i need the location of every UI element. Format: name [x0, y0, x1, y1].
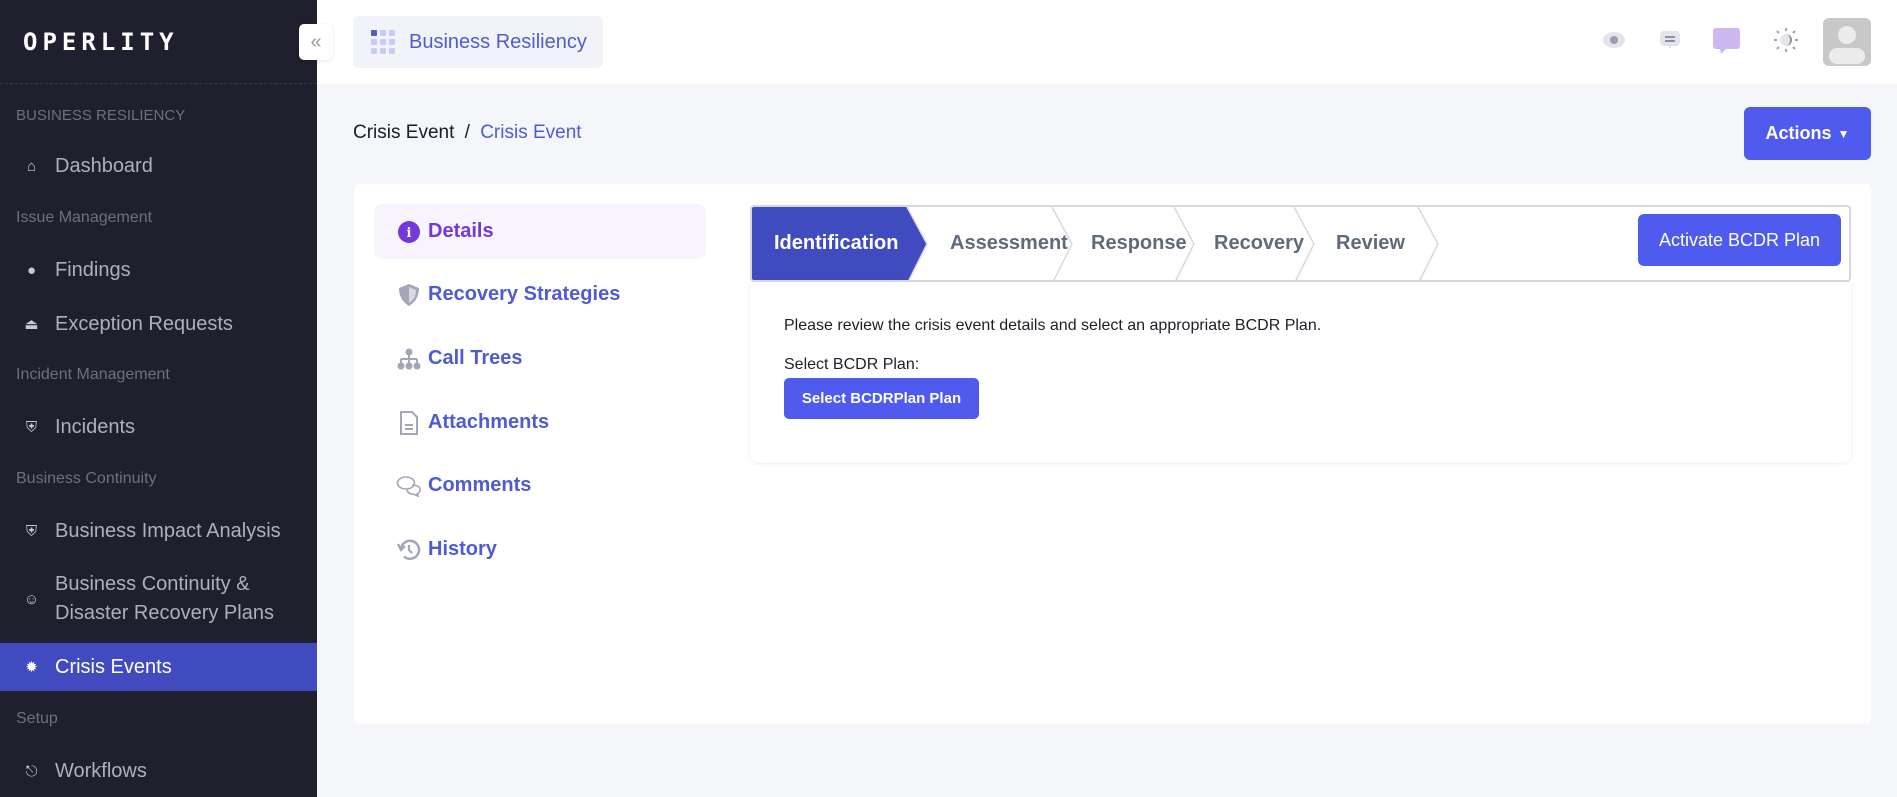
- divider: [0, 83, 317, 84]
- home-icon: ⌂: [26, 157, 37, 175]
- sidebar-item-dashboard[interactable]: ⌂ Dashboard: [0, 152, 317, 180]
- shield-icon: ⛨: [25, 418, 38, 436]
- chat-icon[interactable]: [1712, 26, 1740, 54]
- sidebar-item-incidents[interactable]: ⛨ Incidents: [0, 413, 317, 441]
- breadcrumb: Crisis Event / Crisis Event: [353, 122, 582, 143]
- step-recovery[interactable]: Recovery: [1214, 207, 1304, 280]
- step-review[interactable]: Review: [1336, 207, 1405, 280]
- comments-icon: [396, 475, 422, 497]
- sidebar-item-exception-requests[interactable]: ⏏ Exception Requests: [0, 310, 317, 338]
- svg-text:i: i: [407, 226, 412, 241]
- instruction-text: Please review the crisis event details a…: [784, 317, 1322, 334]
- virus-icon: ✹: [25, 659, 38, 676]
- tab-attachments[interactable]: Attachments: [374, 395, 706, 450]
- logo: OPERLITY: [23, 28, 179, 56]
- message-icon[interactable]: [1656, 26, 1684, 54]
- sidebar-item-findings[interactable]: ● Findings: [0, 256, 317, 284]
- history-icon: [396, 538, 422, 562]
- activate-bcdr-plan-button[interactable]: Activate BCDR Plan: [1638, 214, 1841, 266]
- step-response[interactable]: Response: [1091, 207, 1187, 280]
- section-business-continuity: Business Continuity: [16, 470, 157, 487]
- file-icon: [396, 410, 422, 435]
- sidebar-item-bcdr-plans[interactable]: ☺ Business Continuity & Disaster Recovery …: [0, 570, 317, 628]
- main-card: i Details Recovery Strategies Call Trees …: [354, 184, 1871, 724]
- sidebar-item-workflows[interactable]: ⎋ Workflows: [0, 757, 317, 785]
- sitemap-icon: [396, 348, 422, 370]
- section-business-resiliency: BUSINESS RESILIENCY: [16, 107, 186, 124]
- eject-icon: ⏏: [24, 316, 39, 333]
- caret-down-icon: ▼: [1837, 126, 1850, 141]
- identification-panel: Please review the crisis event details a…: [750, 283, 1851, 462]
- top-header: Business Resiliency: [317, 0, 1897, 84]
- shield-half-icon: [396, 283, 422, 307]
- tab-recovery-strategies[interactable]: Recovery Strategies: [374, 267, 706, 322]
- sidebar-item-business-impact-analysis[interactable]: ⛨ Business Impact Analysis: [0, 517, 317, 545]
- sidebar: OPERLITY BUSINESS RESILIENCY ⌂ Dashboard …: [0, 0, 317, 797]
- tab-details[interactable]: i Details: [374, 204, 706, 259]
- alert-circle-icon: ●: [26, 261, 37, 279]
- sidebar-item-crisis-events[interactable]: ✹ Crisis Events: [0, 643, 317, 691]
- grid-icon: [371, 30, 395, 54]
- theme-toggle-icon[interactable]: [1772, 26, 1800, 54]
- actions-button[interactable]: Actions ▼: [1744, 107, 1871, 160]
- eye-icon[interactable]: [1600, 26, 1628, 54]
- section-incident-management: Incident Management: [16, 366, 170, 383]
- masks-icon: ☺: [23, 590, 40, 608]
- breadcrumb-current[interactable]: Crisis Event: [480, 122, 581, 143]
- collapse-sidebar-button[interactable]: «: [299, 24, 333, 60]
- select-bcdr-plan-button[interactable]: Select BCDRPlan Plan: [784, 378, 979, 419]
- section-setup: Setup: [16, 710, 58, 727]
- tab-comments[interactable]: Comments: [374, 458, 706, 513]
- module-switcher[interactable]: Business Resiliency: [353, 16, 603, 68]
- tab-history[interactable]: History: [374, 522, 706, 577]
- select-plan-label: Select BCDR Plan:: [784, 356, 920, 373]
- info-icon: i: [396, 220, 422, 244]
- step-identification[interactable]: Identification: [774, 207, 898, 280]
- avatar[interactable]: [1823, 18, 1871, 66]
- stepper: Identification Assessment Response Recov…: [750, 205, 1851, 282]
- workflow-icon: ⎋: [25, 762, 38, 780]
- tab-call-trees[interactable]: Call Trees: [374, 331, 706, 386]
- section-issue-management: Issue Management: [16, 209, 153, 226]
- step-assessment[interactable]: Assessment: [950, 207, 1068, 280]
- chevron-double-left-icon: «: [310, 30, 322, 53]
- shield-virus-icon: ⛨: [25, 522, 38, 540]
- breadcrumb-parent[interactable]: Crisis Event: [353, 122, 454, 143]
